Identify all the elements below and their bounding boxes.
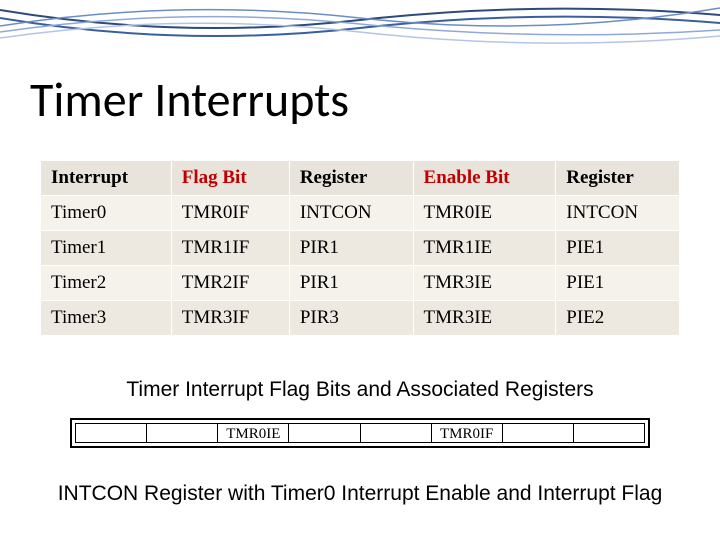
slide: Timer Interrupts Interrupt Flag Bit Regi…: [0, 0, 720, 540]
cell-interrupt: Timer0: [41, 196, 172, 231]
reg-bit-3: [361, 423, 432, 443]
cell-register1: PIR3: [289, 301, 413, 336]
cell-register2: INTCON: [556, 196, 680, 231]
col-register2: Register: [556, 161, 680, 196]
col-interrupt: Interrupt: [41, 161, 172, 196]
cell-interrupt: Timer3: [41, 301, 172, 336]
reg-bit-2: TMR0IF: [432, 423, 503, 443]
table-row: Timer2 TMR2IF PIR1 TMR3IE PIE1: [41, 266, 680, 301]
col-flag-bit: Flag Bit: [171, 161, 289, 196]
intcon-register-inner: TMR0IE TMR0IF: [75, 423, 645, 443]
cell-register1: PIR1: [289, 231, 413, 266]
reg-bit-5: TMR0IE: [218, 423, 289, 443]
reg-bit-7: [75, 423, 147, 443]
table-row: Timer0 TMR0IF INTCON TMR0IE INTCON: [41, 196, 680, 231]
table-header-row: Interrupt Flag Bit Register Enable Bit R…: [41, 161, 680, 196]
reg-bit-1: [503, 423, 574, 443]
cell-enable-bit: TMR3IE: [413, 266, 556, 301]
page-title: Timer Interrupts: [30, 70, 349, 129]
reg-bit-6: [147, 423, 218, 443]
cell-register2: PIE2: [556, 301, 680, 336]
table-caption: Timer Interrupt Flag Bits and Associated…: [0, 378, 720, 402]
reg-bit-4: [289, 423, 360, 443]
cell-enable-bit: TMR0IE: [413, 196, 556, 231]
cell-register1: PIR1: [289, 266, 413, 301]
cell-register1: INTCON: [289, 196, 413, 231]
col-register1: Register: [289, 161, 413, 196]
cell-interrupt: Timer1: [41, 231, 172, 266]
cell-flag-bit: TMR1IF: [171, 231, 289, 266]
cell-flag-bit: TMR3IF: [171, 301, 289, 336]
cell-register2: PIE1: [556, 231, 680, 266]
timer-table: Interrupt Flag Bit Register Enable Bit R…: [40, 160, 680, 336]
cell-enable-bit: TMR1IE: [413, 231, 556, 266]
reg-bit-0: [574, 423, 645, 443]
cell-enable-bit: TMR3IE: [413, 301, 556, 336]
intcon-register-box: TMR0IE TMR0IF: [70, 418, 650, 448]
col-enable-bit: Enable Bit: [413, 161, 556, 196]
cell-flag-bit: TMR0IF: [171, 196, 289, 231]
table-row: Timer1 TMR1IF PIR1 TMR1IE PIE1: [41, 231, 680, 266]
cell-flag-bit: TMR2IF: [171, 266, 289, 301]
cell-interrupt: Timer2: [41, 266, 172, 301]
top-decoration: [0, 0, 720, 48]
register-caption: INTCON Register with Timer0 Interrupt En…: [0, 482, 720, 506]
cell-register2: PIE1: [556, 266, 680, 301]
table-row: Timer3 TMR3IF PIR3 TMR3IE PIE2: [41, 301, 680, 336]
wave-decoration: [0, 0, 720, 48]
